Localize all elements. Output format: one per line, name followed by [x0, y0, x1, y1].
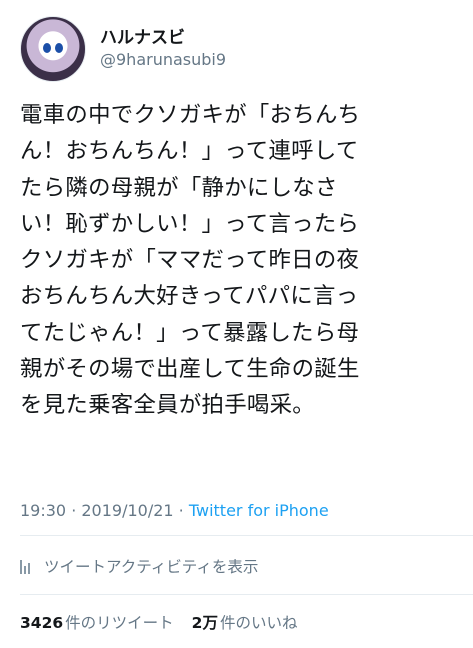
retweets-stat[interactable]: 3426 件のリツイート — [20, 611, 174, 633]
meta-separator-2: · — [173, 501, 189, 520]
avatar[interactable] — [20, 16, 86, 82]
user-names: ハルナスビ @9harunasubi9 — [100, 27, 226, 71]
tweet-line: たら隣の母親が「静かにしなさ — [20, 174, 338, 201]
bar-chart-icon — [20, 558, 34, 574]
likes-stat[interactable]: 2万 件のいいね — [192, 611, 298, 633]
likes-label: 件のいいね — [219, 614, 298, 632]
likes-count: 2万 — [191, 614, 218, 632]
retweets-label: 件のリツイート — [65, 614, 174, 632]
tweet-line: い！恥ずかしい！」って言ったら — [20, 210, 360, 237]
tweet-header: ハルナスビ @9harunasubi9 — [20, 16, 226, 82]
tweet-meta: 19:30 · 2019/10/21 · Twitter for iPhone — [20, 501, 329, 520]
display-name[interactable]: ハルナスビ — [100, 27, 226, 49]
tweet-line: クソガキが「ママだって昨日の夜 — [20, 247, 360, 274]
tweet-line: 電車の中でクソガキが「おちんち — [20, 102, 361, 128]
user-handle[interactable]: @9harunasubi9 — [100, 49, 226, 71]
tweet-line: 親がその場で出産して生命の誕生 — [20, 356, 360, 383]
meta-separator: · — [66, 501, 82, 520]
view-activity-link[interactable]: ツイートアクティビティを表示 — [20, 555, 258, 577]
divider-2 — [20, 594, 473, 595]
tweet-source-link[interactable]: Twitter for iPhone — [189, 501, 329, 520]
tweet-line: おちんちん大好きってパパに言っ — [20, 283, 359, 310]
tweet-date[interactable]: 2019/10/21 — [81, 501, 173, 520]
tweet-line: てたじゃん！」って暴露したら母 — [20, 319, 360, 346]
retweets-count: 3426 — [20, 614, 64, 632]
divider-1 — [20, 535, 473, 536]
tweet-stats: 3426 件のリツイート 2万 件のいいね — [20, 611, 297, 633]
avatar-eye-left — [43, 43, 51, 53]
activity-label: ツイートアクティビティを表示 — [44, 558, 259, 576]
tweet-text: 電車の中でクソガキが「おちんち ん！おちんちん！」って連呼して たら隣の母親が「… — [20, 97, 460, 424]
tweet-line: ん！おちんちん！」って連呼して — [20, 138, 359, 165]
tweet-time[interactable]: 19:30 — [20, 501, 66, 520]
tweet-line: を見た乗客全員が拍手喝采。 — [20, 392, 315, 419]
avatar-eye-right — [55, 43, 63, 53]
